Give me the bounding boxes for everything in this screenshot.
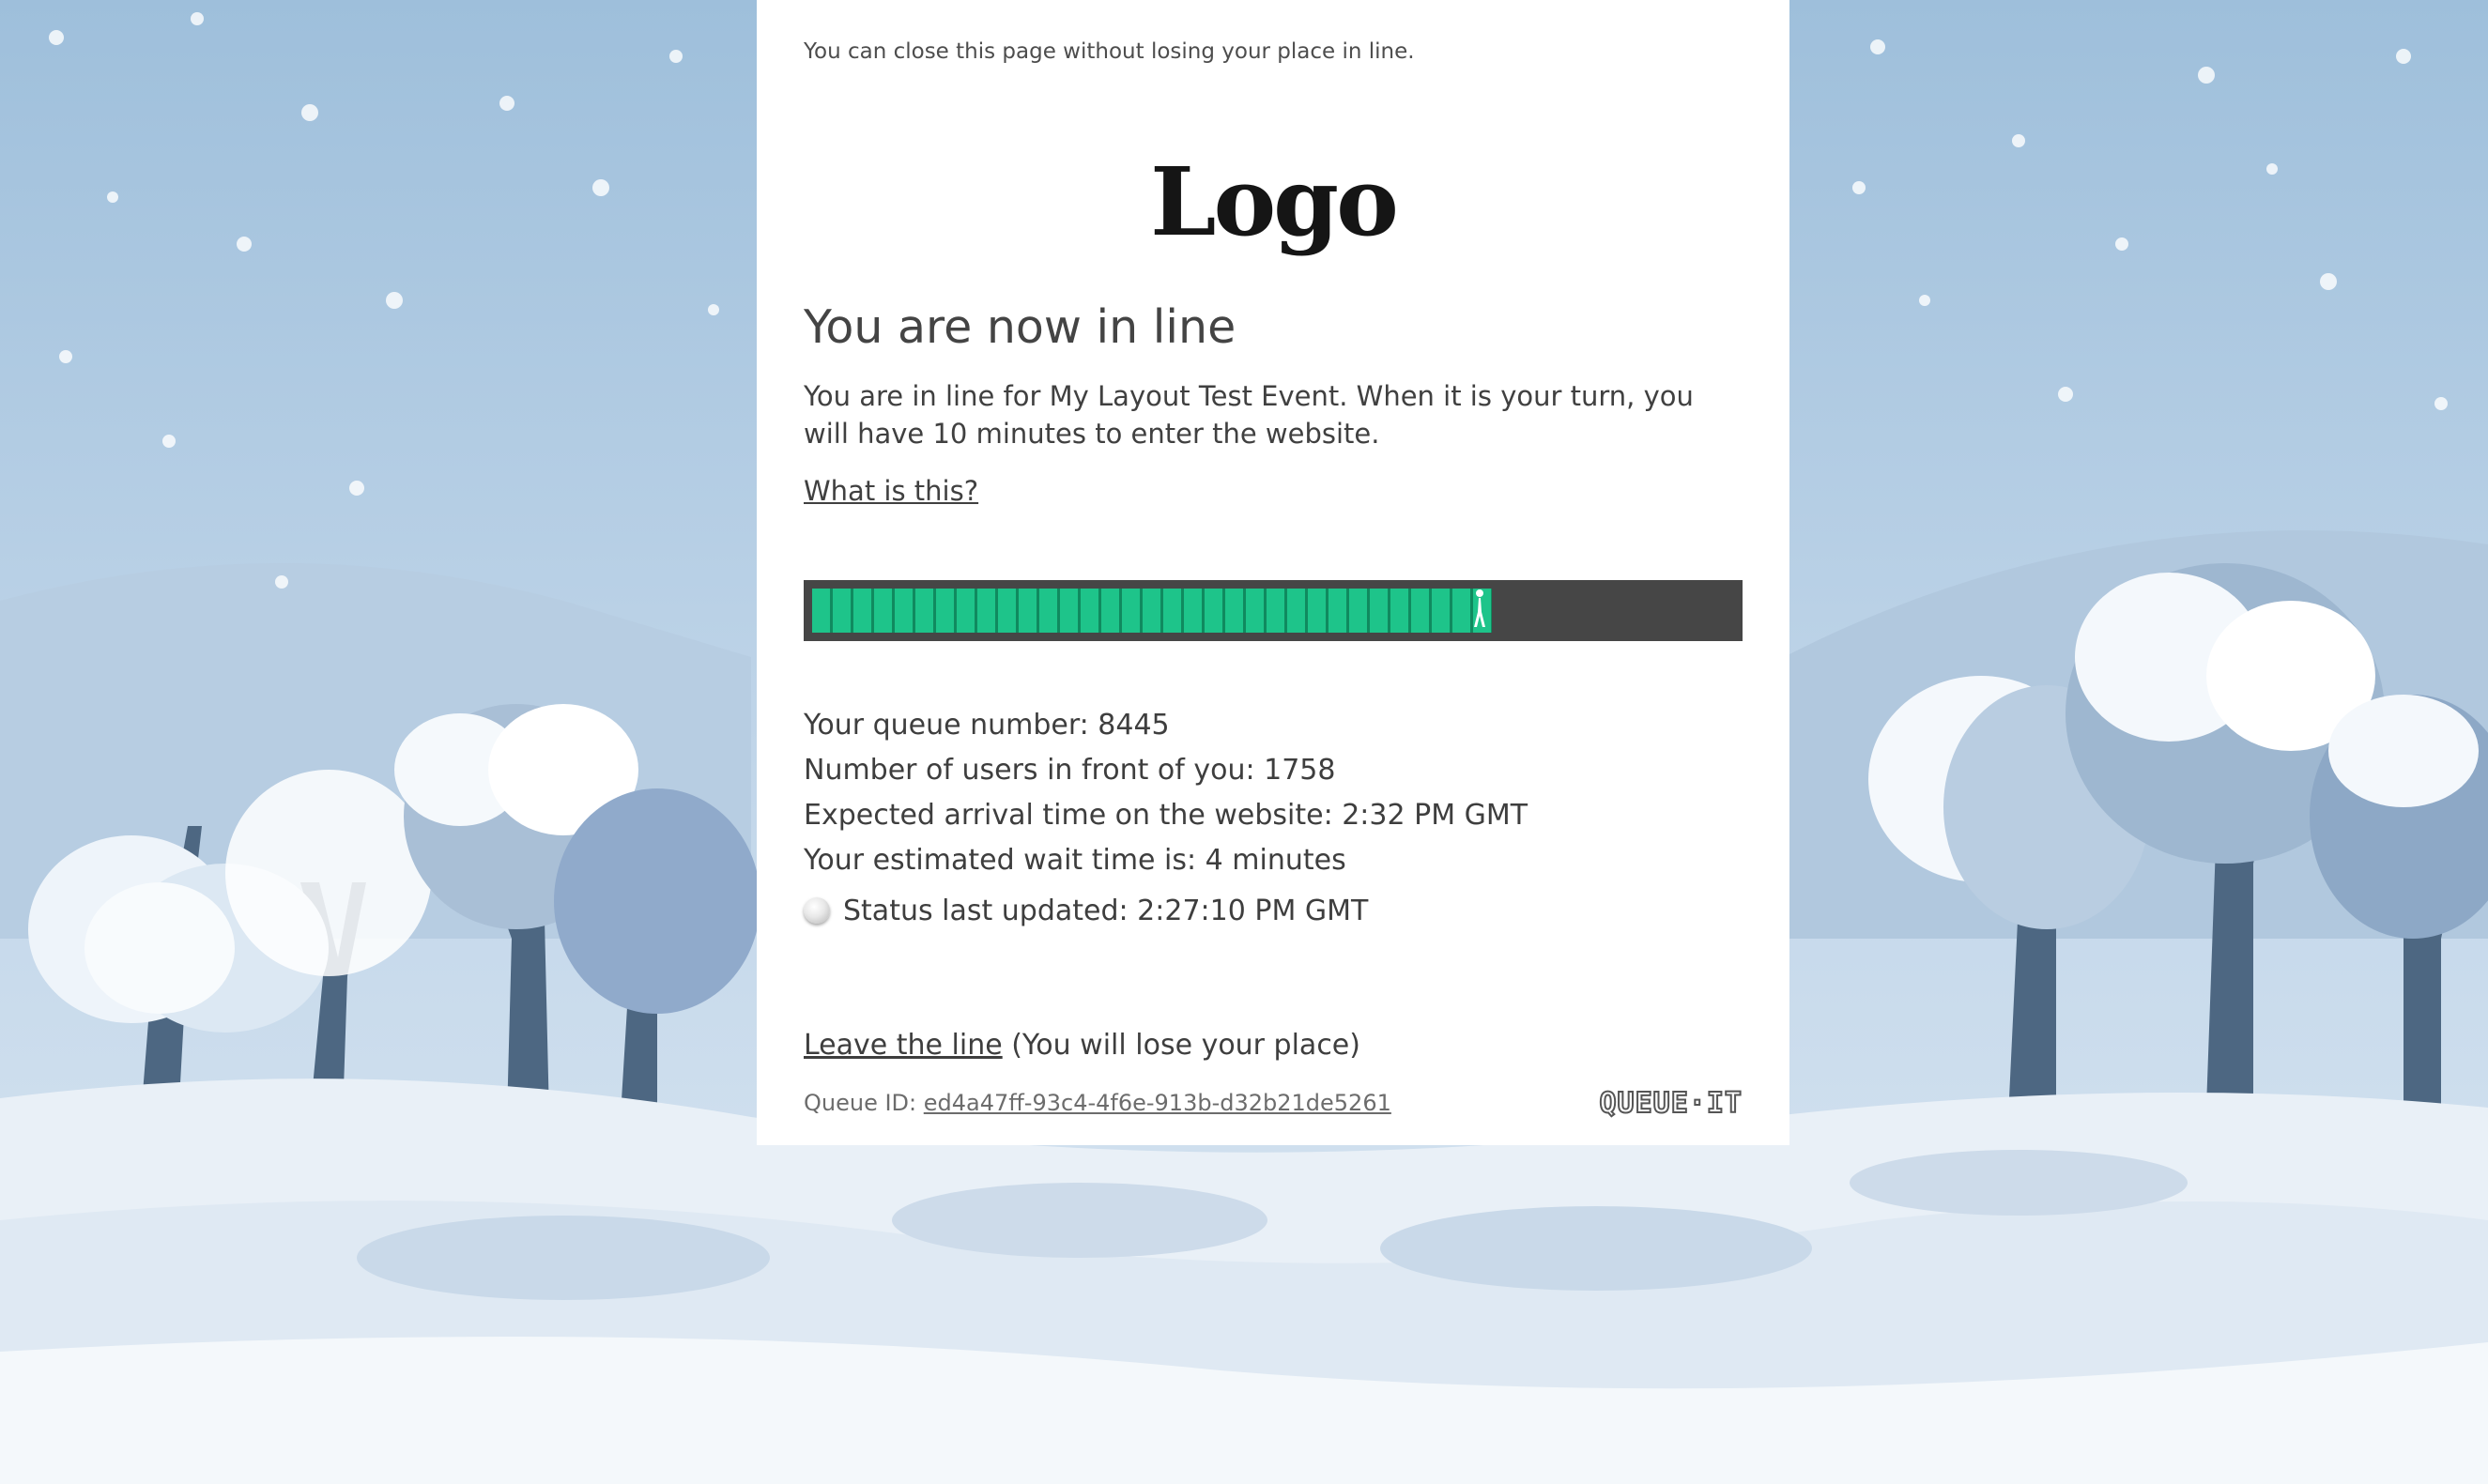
estimated-wait: Your estimated wait time is: 4 minutes <box>804 844 1346 877</box>
queue-it-brand-logo: QUEUE·IT <box>1599 1086 1743 1121</box>
queue-intro-text: You are in line for My Layout Test Event… <box>804 380 1694 450</box>
queue-panel: You can close this page without losing y… <box>757 0 1789 1145</box>
page-title: You are now in line <box>804 300 1236 354</box>
queue-id-label: Queue ID: <box>804 1090 924 1116</box>
queue-number: Your queue number: 8445 <box>804 709 1170 742</box>
leave-line-row: Leave the line (You will lose your place… <box>804 1029 1360 1062</box>
leave-line-note: (You will lose your place) <box>1002 1029 1360 1062</box>
status-last-updated: Status last updated: 2:27:10 PM GMT <box>843 895 1369 927</box>
queue-progress-fill <box>812 589 1492 633</box>
users-ahead: Number of users in front of you: 1758 <box>804 754 1336 787</box>
logo-text: Logo <box>1150 146 1399 257</box>
logo: Logo <box>1132 141 1414 263</box>
expected-arrival: Expected arrival time on the website: 2:… <box>804 799 1528 832</box>
queue-id: Queue ID: ed4a47ff-93c4-4f6e-913b-d32b21… <box>804 1090 1391 1116</box>
what-is-this-link[interactable]: What is this? <box>804 475 978 507</box>
queue-id-link[interactable]: ed4a47ff-93c4-4f6e-913b-d32b21de5261 <box>924 1090 1391 1116</box>
queue-progress-bar <box>804 580 1743 641</box>
spinner-icon <box>804 897 830 924</box>
leave-line-link[interactable]: Leave the line <box>804 1029 1003 1062</box>
close-page-note: You can close this page without losing y… <box>804 39 1415 64</box>
walking-person-icon <box>1474 589 1485 627</box>
